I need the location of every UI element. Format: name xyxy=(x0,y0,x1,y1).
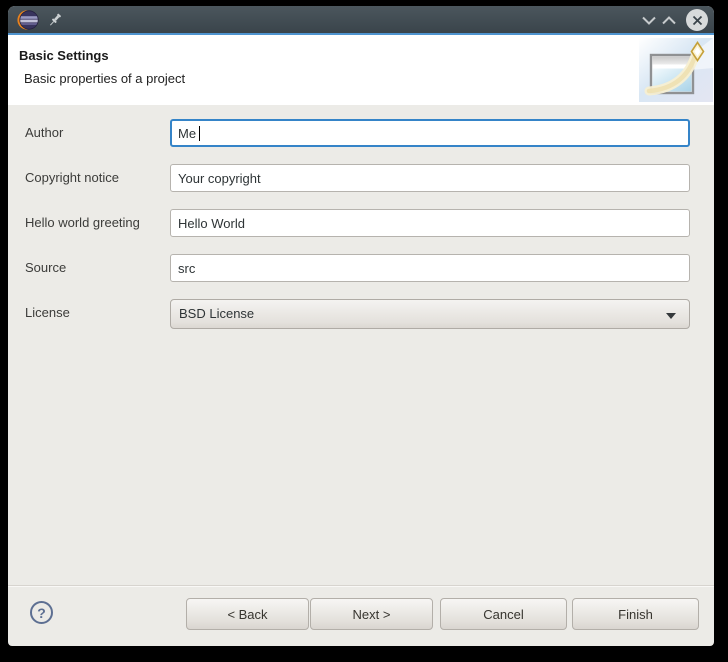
source-label: Source xyxy=(25,260,67,275)
author-field-wrap xyxy=(170,119,690,147)
next-button[interactable]: Next > xyxy=(310,598,433,630)
author-label: Author xyxy=(25,125,64,140)
page-title: Basic Settings xyxy=(19,48,109,63)
form-row-copyright: Copyright notice xyxy=(25,164,690,194)
greeting-input[interactable] xyxy=(170,209,690,237)
maximize-button[interactable] xyxy=(658,9,680,31)
new-wizard-banner-icon xyxy=(639,38,713,102)
eclipse-app-icon xyxy=(17,10,39,30)
source-field-wrap xyxy=(170,254,690,282)
finish-button[interactable]: Finish xyxy=(572,598,699,630)
copyright-input[interactable] xyxy=(170,164,690,192)
greeting-field-wrap xyxy=(170,209,690,237)
cancel-button[interactable]: Cancel xyxy=(440,598,567,630)
page-description: Basic properties of a project xyxy=(24,71,186,86)
close-button[interactable] xyxy=(686,9,708,31)
license-dropdown[interactable]: BSD License xyxy=(170,299,690,329)
license-field-wrap: BSD License xyxy=(170,299,690,329)
pin-icon[interactable] xyxy=(46,11,64,29)
source-input[interactable] xyxy=(170,254,690,282)
titlebar[interactable] xyxy=(8,6,714,35)
chevron-down-icon xyxy=(642,16,656,25)
close-x-icon xyxy=(692,15,702,25)
form-row-author: Author xyxy=(25,119,690,149)
minimize-button[interactable] xyxy=(638,9,660,31)
wizard-dialog-window: Basic Settings Basic properties of a pro… xyxy=(8,6,714,646)
back-button[interactable]: < Back xyxy=(186,598,309,630)
dropdown-arrow-icon xyxy=(666,313,676,319)
help-button[interactable]: ? xyxy=(30,601,53,624)
author-input[interactable] xyxy=(170,119,690,147)
form-area: Author Copyright notice Hello world gree… xyxy=(8,107,714,585)
form-row-greeting: Hello world greeting xyxy=(25,209,690,239)
license-label: License xyxy=(25,305,70,320)
question-mark-icon: ? xyxy=(37,604,46,621)
form-row-license: License BSD License xyxy=(25,299,690,329)
wizard-header: Basic Settings Basic properties of a pro… xyxy=(8,35,714,105)
form-row-source: Source xyxy=(25,254,690,284)
text-caret xyxy=(199,126,200,141)
greeting-label: Hello world greeting xyxy=(25,215,140,230)
chevron-up-icon xyxy=(662,15,676,24)
button-bar: ? < Back Next > Cancel Finish xyxy=(8,586,714,646)
copyright-field-wrap xyxy=(170,164,690,192)
license-selected-value: BSD License xyxy=(179,306,255,321)
copyright-label: Copyright notice xyxy=(25,170,119,185)
